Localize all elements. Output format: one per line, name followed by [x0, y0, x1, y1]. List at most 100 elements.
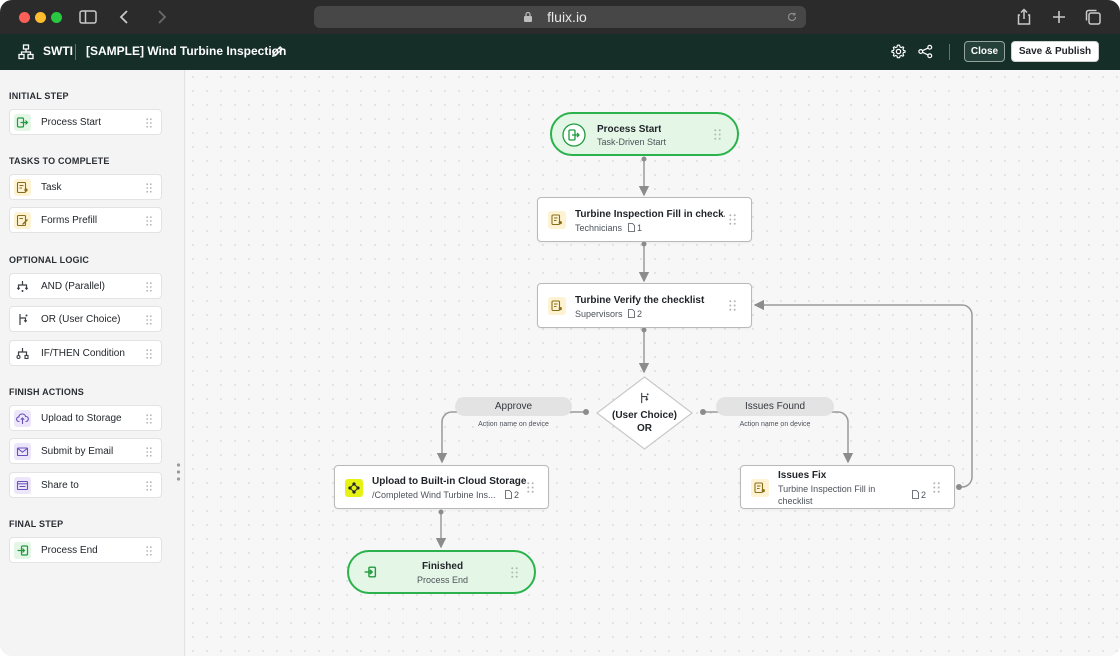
back-icon[interactable]: [115, 7, 135, 27]
section-heading-tasks: TASKS TO COMPLETE: [9, 156, 110, 166]
and-parallel-icon: [14, 278, 31, 295]
header-divider: [75, 44, 76, 60]
section-heading-final-step: FINAL STEP: [9, 519, 64, 529]
header-divider-right: [949, 44, 950, 60]
document-icon: [912, 490, 919, 499]
task-icon: [548, 211, 566, 229]
or-choice-icon: [641, 392, 649, 404]
drag-handle-icon[interactable]: [146, 414, 152, 424]
decision-label: (User Choice): [611, 410, 677, 421]
edit-title-icon[interactable]: [270, 44, 285, 59]
tab-overview-icon[interactable]: [1083, 7, 1103, 27]
flow-canvas[interactable]: [186, 70, 1120, 656]
document-count-value: 2: [921, 490, 927, 500]
sidebar-item-share-to[interactable]: Share to: [9, 472, 162, 498]
document-icon: [628, 223, 635, 232]
if-then-icon: [14, 345, 31, 362]
app-window: fluix.io SWTI [SAMPLE] Wind Turbine Insp…: [0, 0, 1120, 656]
task-node-inspection[interactable]: Turbine Inspection Fill in check... Tech…: [537, 197, 752, 242]
sidebar-item-forms-prefill[interactable]: Forms Prefill: [9, 207, 162, 233]
sidebar-item-label: Task: [41, 182, 62, 193]
address-bar[interactable]: fluix.io: [314, 6, 806, 28]
process-end-icon: [14, 542, 31, 559]
sidebar-item-label: Share to: [41, 480, 79, 491]
drag-handle-icon[interactable]: [146, 282, 152, 292]
share-icon[interactable]: [1014, 7, 1034, 27]
sidebar-item-process-end[interactable]: Process End: [9, 537, 162, 563]
sidebar-item-upload-to-storage[interactable]: Upload to Storage: [9, 405, 162, 431]
drag-handle-icon[interactable]: [714, 129, 721, 140]
close-window-button[interactable]: [19, 12, 30, 23]
sidebar-resize-handle[interactable]: [176, 462, 181, 482]
branch-approve-label[interactable]: Approve: [455, 397, 572, 416]
sidebar-item-submit-by-email[interactable]: Submit by Email: [9, 438, 162, 464]
reload-icon[interactable]: [786, 11, 798, 23]
drag-handle-icon[interactable]: [146, 447, 152, 457]
process-code: SWTI: [43, 44, 73, 58]
process-start-node[interactable]: Process Start Task-Driven Start: [550, 112, 739, 156]
drag-handle-icon[interactable]: [527, 482, 534, 493]
maximize-window-button[interactable]: [51, 12, 62, 23]
document-icon: [628, 309, 635, 318]
section-heading-finish-actions: FINISH ACTIONS: [9, 387, 84, 397]
start-title: Process Start: [597, 124, 662, 135]
sidebar-toggle-icon[interactable]: [78, 7, 98, 27]
sidebar-item-label: Process Start: [41, 117, 102, 128]
branch-issues-label[interactable]: Issues Found: [716, 397, 834, 416]
sidebar-item-if-then-condition[interactable]: IF/THEN Condition: [9, 340, 162, 366]
task-icon: [14, 179, 31, 196]
drag-handle-icon[interactable]: [729, 214, 736, 225]
upload-path: /Completed Wind Turbine Ins...: [372, 490, 496, 500]
share-nodes-icon[interactable]: [917, 43, 934, 60]
browser-toolbar: fluix.io: [0, 0, 1120, 34]
process-end-node[interactable]: Finished Process End: [347, 550, 536, 594]
drag-handle-icon[interactable]: [146, 315, 152, 325]
sidebar-item-and-parallel[interactable]: AND (Parallel): [9, 273, 162, 299]
settings-gear-icon[interactable]: [890, 43, 907, 60]
drag-handle-icon[interactable]: [146, 349, 152, 359]
sidebar-item-process-start[interactable]: Process Start: [9, 109, 162, 135]
drag-handle-icon[interactable]: [933, 482, 940, 493]
upload-title: Upload to Built-in Cloud Storage: [372, 476, 527, 487]
upload-icon: [14, 410, 31, 427]
document-count: 1: [628, 223, 642, 233]
task-assignee: Supervisors: [575, 309, 623, 319]
finished-subtitle: Process End: [416, 575, 469, 585]
task-icon: [751, 479, 769, 497]
drag-handle-icon[interactable]: [146, 183, 152, 193]
drag-handle-icon[interactable]: [146, 216, 152, 226]
document-icon: [505, 490, 512, 499]
issues-task-line1: Turbine Inspection Fill in: [778, 484, 876, 494]
task-node-verify[interactable]: Turbine Verify the checklist Supervisors…: [537, 283, 752, 328]
issues-task-line2: checklist: [778, 496, 813, 506]
process-start-icon: [14, 114, 31, 131]
sidebar-item-label: Submit by Email: [41, 446, 114, 457]
or-choice-icon: [14, 311, 31, 328]
drag-handle-icon[interactable]: [511, 567, 518, 578]
component-sidebar: INITIAL STEP Process Start TASKS TO COMP…: [0, 70, 185, 656]
app-header: SWTI [SAMPLE] Wind Turbine Inspection Cl…: [0, 34, 1120, 70]
drag-handle-icon[interactable]: [146, 481, 152, 491]
document-count: 2: [912, 490, 926, 500]
start-subtitle: Task-Driven Start: [597, 137, 667, 147]
sidebar-item-task[interactable]: Task: [9, 174, 162, 200]
branch-issues-note: Action name on device: [739, 421, 811, 428]
issues-fix-node[interactable]: Issues Fix Turbine Inspection Fill in ch…: [740, 465, 955, 509]
sidebar-item-or-user-choice[interactable]: OR (User Choice): [9, 306, 162, 332]
document-count-value: 1: [637, 223, 643, 233]
decision-type: OR: [637, 423, 652, 434]
close-button[interactable]: Close: [964, 41, 1005, 62]
drag-handle-icon[interactable]: [146, 118, 152, 128]
minimize-window-button[interactable]: [35, 12, 46, 23]
process-title: [SAMPLE] Wind Turbine Inspection: [86, 44, 287, 58]
document-count-value: 2: [514, 490, 520, 500]
forms-prefill-icon: [14, 212, 31, 229]
document-count-value: 2: [637, 309, 643, 319]
forward-icon[interactable]: [151, 7, 171, 27]
save-publish-button[interactable]: Save & Publish: [1011, 41, 1099, 62]
new-tab-icon[interactable]: [1049, 7, 1069, 27]
section-heading-initial-step: INITIAL STEP: [9, 91, 69, 101]
drag-handle-icon[interactable]: [146, 546, 152, 556]
upload-storage-node[interactable]: Upload to Built-in Cloud Storage /Comple…: [334, 465, 549, 509]
drag-handle-icon[interactable]: [729, 300, 736, 311]
